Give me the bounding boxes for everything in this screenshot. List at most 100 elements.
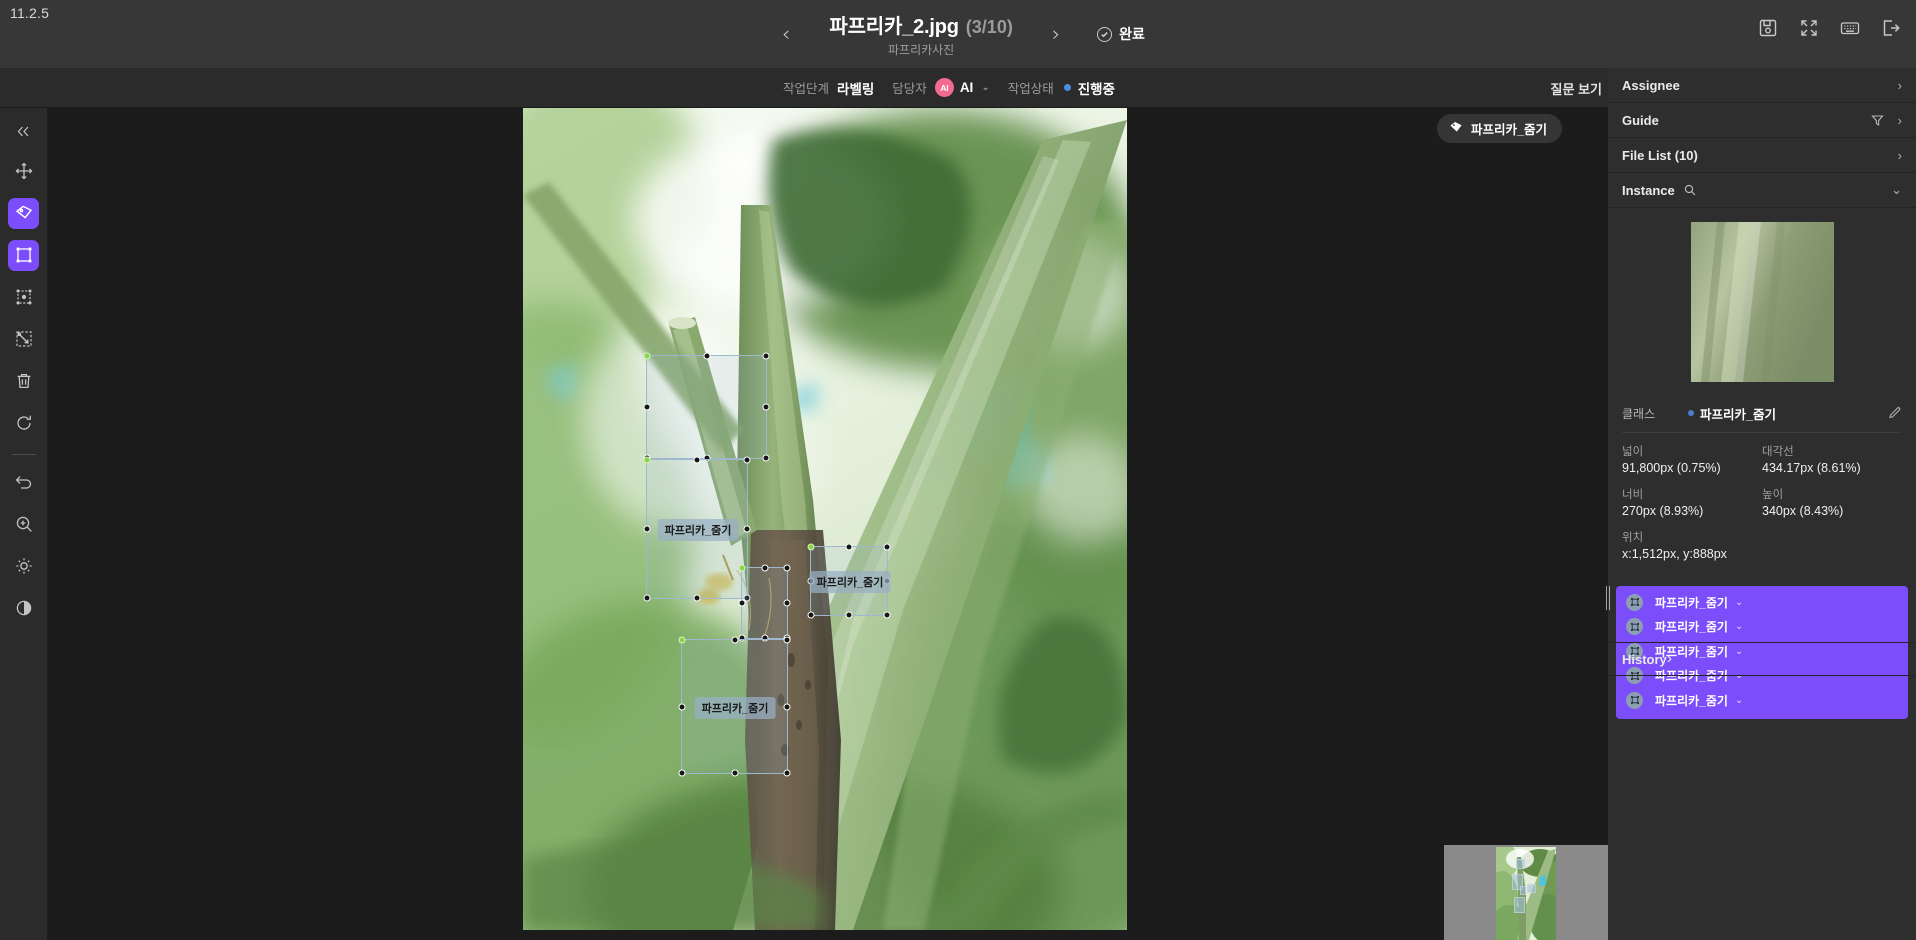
metric-value: 270px (8.93%) — [1622, 504, 1704, 518]
resize-handle[interactable] — [731, 769, 738, 777]
status-badge: 진행중 — [1077, 81, 1115, 97]
bounding-box[interactable]: 파프리카_줌기 — [807, 543, 891, 619]
plant-photo — [523, 108, 1127, 930]
search-icon[interactable] — [1684, 184, 1696, 196]
resize-handle[interactable] — [883, 611, 891, 619]
view-questions-label: 질문 보기 — [1550, 81, 1602, 97]
list-item[interactable]: 파프리카_줌기 ⌄ — [1616, 688, 1908, 713]
resize-handle[interactable] — [743, 525, 751, 533]
file-name: 파프리카_2.jpg — [829, 16, 959, 38]
save-icon[interactable] — [1757, 17, 1779, 39]
resize-handle[interactable] — [762, 403, 770, 411]
next-file-button[interactable]: › — [1041, 17, 1071, 51]
minimap-box — [1520, 886, 1526, 895]
list-item-label: 파프리카_줌기 — [1655, 620, 1728, 635]
mark-done-button[interactable]: 완료 — [1097, 24, 1145, 44]
resize-handle[interactable] — [693, 456, 701, 464]
chevron-right-icon: › — [1666, 650, 1673, 667]
bounding-box[interactable]: 파프리카_줌기 — [678, 636, 791, 777]
active-class-chip[interactable]: 파프리카_줌기 — [1437, 114, 1562, 143]
resize-handle[interactable] — [703, 352, 710, 360]
filter-icon[interactable] — [1870, 114, 1884, 127]
resize-handle[interactable] — [783, 703, 791, 710]
magic-select-tool[interactable] — [8, 324, 39, 355]
polygon-tool[interactable] — [8, 282, 39, 313]
image-canvas[interactable]: 파프리카_줌기 파프리카_줌기 파프리카_줌기 파프리카_줌기 — [47, 108, 1608, 940]
resize-handle[interactable] — [643, 456, 651, 464]
resize-handle[interactable] — [807, 543, 815, 551]
section-title: Instance — [1622, 182, 1675, 198]
section-file-list[interactable]: File List (10) › — [1608, 138, 1916, 173]
resize-handle[interactable] — [845, 611, 853, 619]
bounding-box[interactable]: 파프리카_줌기 — [643, 456, 751, 602]
panel-resize-handle[interactable] — [1604, 584, 1612, 612]
resize-handle[interactable] — [743, 456, 751, 464]
bounding-box-icon — [1626, 593, 1643, 611]
chevron-down-icon: ⌄ — [981, 82, 990, 93]
contrast-tool[interactable] — [8, 593, 39, 624]
list-item[interactable]: 파프리카_줌기 ⌄ — [1616, 615, 1908, 640]
annotation-workspace: 11.2.5 ‹ 파프리카_2.jpg (3/10) 파프리카사진 › 완료 작… — [0, 0, 1916, 940]
chevron-down-icon[interactable]: ⌄ — [1735, 621, 1743, 632]
box-label: 파프리카_줌기 — [809, 571, 891, 593]
resize-handle[interactable] — [738, 564, 746, 572]
resize-handle[interactable] — [783, 599, 791, 607]
resize-handle[interactable] — [761, 564, 768, 572]
resize-handle[interactable] — [883, 543, 891, 551]
resize-handle[interactable] — [738, 599, 746, 607]
resize-handle[interactable] — [762, 454, 770, 462]
bounding-box-tool[interactable] — [8, 239, 39, 271]
resize-handle[interactable] — [643, 594, 651, 602]
section-instance[interactable]: Instance ⌄ — [1608, 173, 1916, 208]
instance-thumbnail — [1690, 222, 1834, 382]
done-label: 완료 — [1119, 26, 1145, 42]
reset-tool[interactable] — [8, 408, 39, 439]
resize-handle[interactable] — [678, 703, 686, 710]
metric-cell: 높이 340px (8.43%) — [1762, 486, 1902, 518]
delete-tool[interactable] — [8, 366, 39, 397]
fullscreen-icon[interactable] — [1798, 17, 1820, 39]
file-title-block: 파프리카_2.jpg (3/10) 파프리카사진 — [801, 10, 1041, 58]
top-bar: 11.2.5 ‹ 파프리카_2.jpg (3/10) 파프리카사진 › 완료 — [0, 0, 1916, 68]
undo-tool[interactable] — [8, 467, 39, 498]
resize-handle[interactable] — [643, 352, 651, 360]
move-tool[interactable] — [8, 156, 39, 187]
resize-handle[interactable] — [643, 403, 651, 411]
prev-file-button[interactable]: ‹ — [771, 17, 801, 51]
section-guide[interactable]: Guide › — [1608, 103, 1916, 138]
resize-handle[interactable] — [731, 636, 738, 644]
section-assignee[interactable]: Assignee › — [1608, 68, 1916, 103]
resize-handle[interactable] — [807, 611, 815, 619]
zoom-tool[interactable] — [8, 509, 39, 540]
exit-icon[interactable] — [1880, 17, 1902, 39]
chevron-down-icon[interactable]: ⌄ — [1735, 695, 1743, 706]
resize-handle[interactable] — [643, 525, 651, 533]
assignee-selector[interactable]: AI AI ⌄ — [934, 78, 990, 97]
resize-handle[interactable] — [693, 594, 701, 602]
bounding-box-icon — [1626, 618, 1643, 636]
check-circle-icon — [1097, 26, 1113, 42]
resize-handle[interactable] — [845, 543, 853, 551]
resize-handle[interactable] — [678, 636, 686, 644]
tag-tool[interactable] — [8, 197, 39, 229]
collapse-rail-icon[interactable] — [7, 116, 41, 146]
list-item[interactable]: 파프리카_줌기 ⌄ — [1616, 590, 1908, 615]
brightness-tool[interactable] — [8, 551, 39, 582]
resize-handle[interactable] — [678, 769, 686, 777]
bounding-box[interactable] — [643, 352, 770, 462]
resize-handle[interactable] — [783, 636, 791, 644]
keyboard-shortcuts-icon[interactable] — [1839, 17, 1861, 39]
resize-handle[interactable] — [783, 769, 791, 777]
chevron-down-icon[interactable]: ⌄ — [1735, 597, 1743, 608]
resize-handle[interactable] — [762, 352, 770, 360]
minimap[interactable] — [1444, 845, 1608, 940]
section-history[interactable]: History › — [1608, 642, 1916, 676]
pencil-icon[interactable] — [1888, 406, 1902, 420]
bounding-box[interactable] — [738, 564, 791, 642]
annotated-photo — [523, 108, 1127, 930]
instance-metrics: 넓이 91,800px (0.75%) 대각선 434.17px (8.61%) 너비 2… — [1622, 432, 1902, 580]
resize-handle[interactable] — [783, 564, 791, 572]
section-title: History — [1622, 651, 1667, 667]
metric-label: 넓이 — [1622, 446, 1644, 458]
metric-label: 높이 — [1762, 489, 1784, 501]
